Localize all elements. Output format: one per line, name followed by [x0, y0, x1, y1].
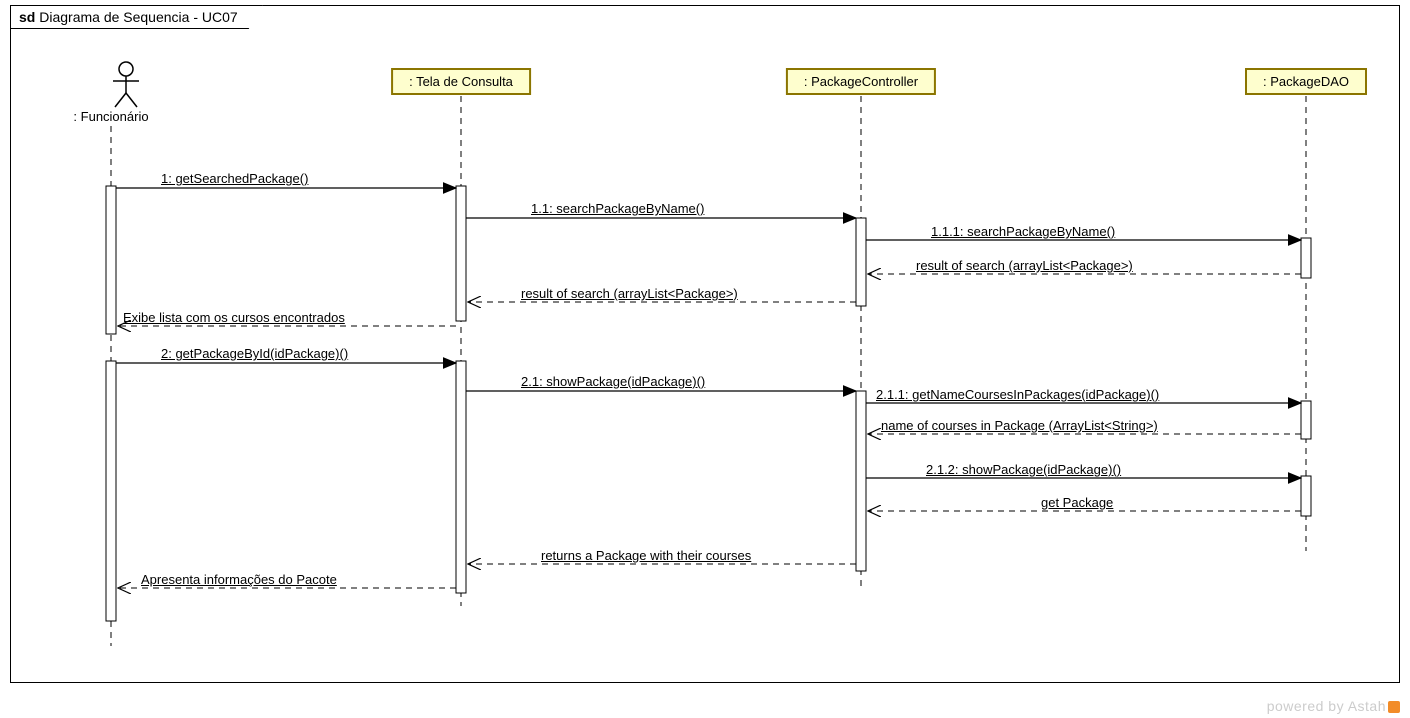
- msg-2-1: 2.1: showPackage(idPackage)(): [521, 374, 705, 389]
- watermark: powered by Astah: [1267, 698, 1400, 714]
- diagram-stage: : Funcionário : Tela de Consulta : Packa…: [11, 6, 1399, 682]
- ret-2-1-1: name of courses in Package (ArrayList<St…: [881, 418, 1158, 433]
- astah-icon: [1388, 701, 1400, 713]
- watermark-text: powered by Astah: [1267, 698, 1386, 714]
- ret-1-1-1: result of search (arrayList<Package>): [916, 258, 1133, 273]
- ret-1-1: result of search (arrayList<Package>): [521, 286, 738, 301]
- msg-2-1-2: 2.1.2: showPackage(idPackage)(): [926, 462, 1121, 477]
- ret-2: Apresenta informações do Pacote: [141, 572, 337, 587]
- msg-2: 2: getPackageById(idPackage)(): [161, 346, 348, 361]
- sequence-frame: sd Diagrama de Sequencia - UC07 : Funcio…: [10, 5, 1400, 683]
- ret-2-1: returns a Package with their courses: [541, 548, 751, 563]
- msg-1: 1: getSearchedPackage(): [161, 171, 308, 186]
- ret-1: Exibe lista com os cursos encontrados: [123, 310, 345, 325]
- msg-1-1-1: 1.1.1: searchPackageByName(): [931, 224, 1115, 239]
- msg-2-1-1: 2.1.1: getNameCoursesInPackages(idPackag…: [876, 387, 1159, 402]
- ret-2-1-2: get Package: [1041, 495, 1113, 510]
- msg-1-1: 1.1: searchPackageByName(): [531, 201, 704, 216]
